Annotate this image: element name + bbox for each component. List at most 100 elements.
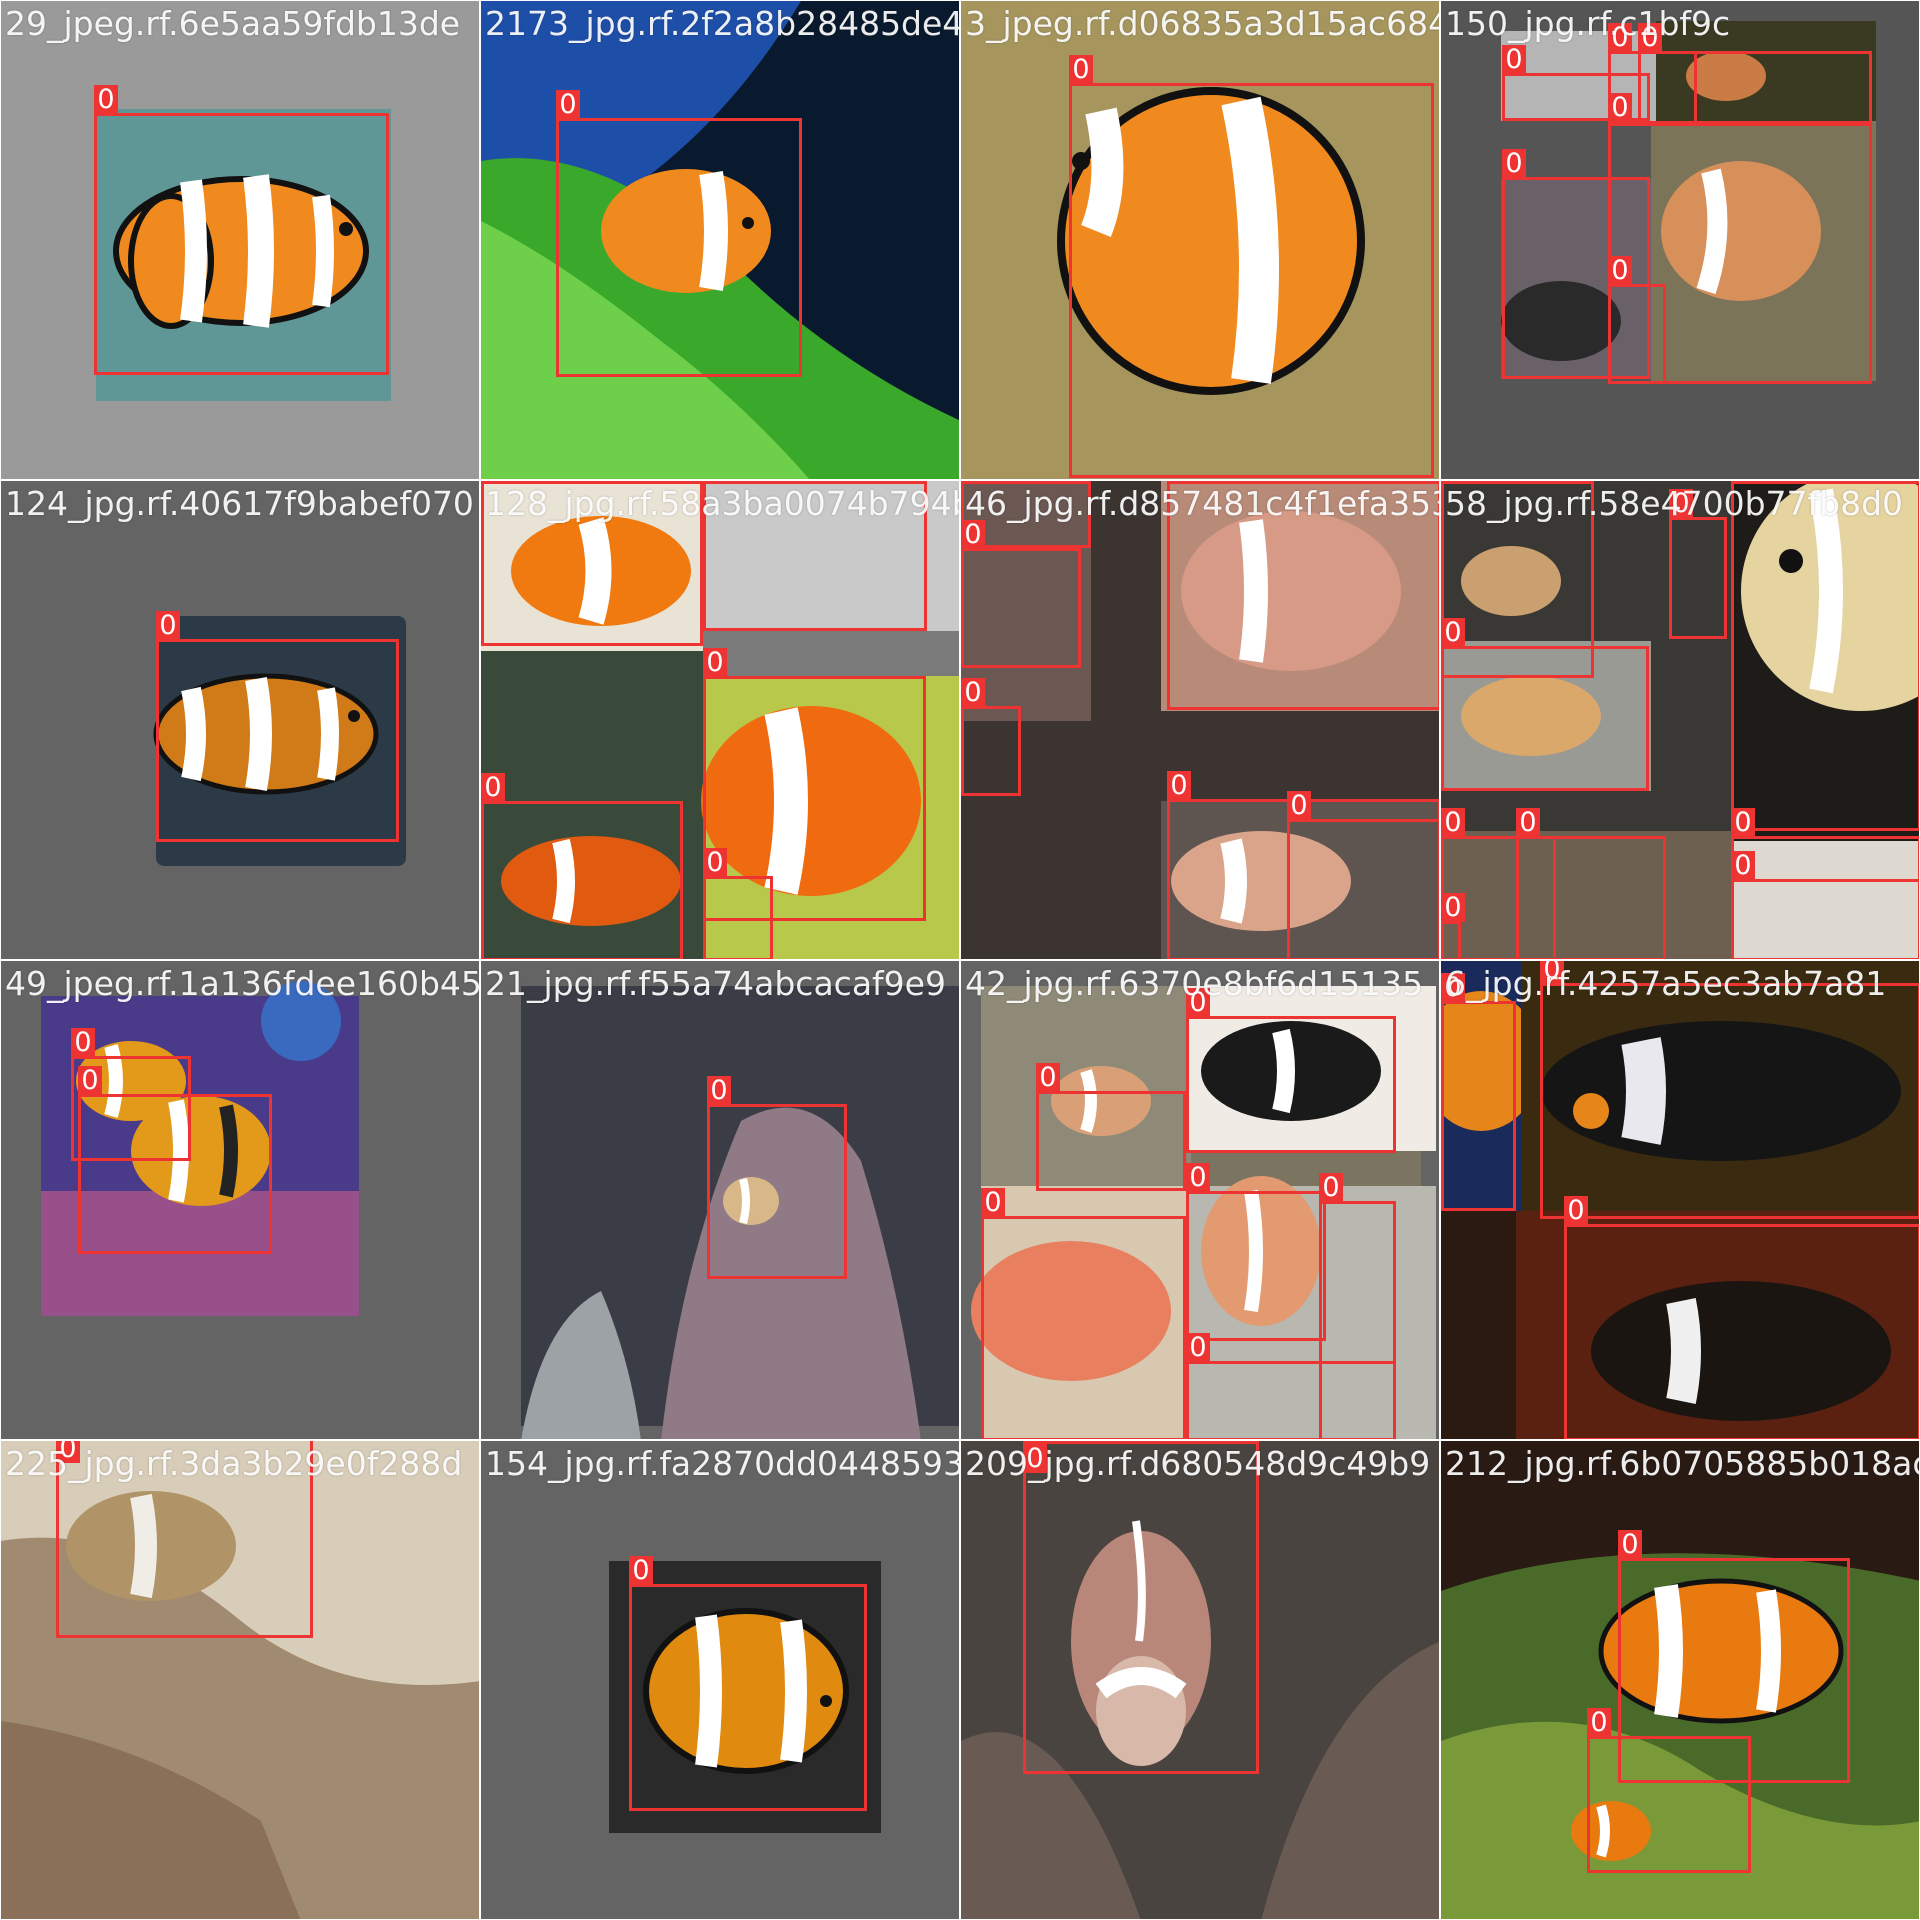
tile-image: 21_jpg.rf.f55a74abcacaf9e9 0 xyxy=(480,960,960,1440)
tile-filename: 49_jpeg.rf.1a136fdee160b45 xyxy=(5,964,480,1003)
bbox-class-label: 0 xyxy=(703,648,727,677)
bounding-box: 0 xyxy=(961,678,1021,796)
bounding-box: 0 xyxy=(1441,618,1649,791)
bbox-class-label: 0 xyxy=(1441,481,1465,482)
tile-image: 225_jpg.rf.3da3b29e0f288d 0 xyxy=(0,1440,480,1920)
bounding-box: 0 xyxy=(1441,973,1516,1211)
bbox-class-label: 0 xyxy=(1186,1333,1210,1362)
bbox-class-label: 0 xyxy=(1587,1708,1611,1737)
bounding-box: 0 xyxy=(1731,481,1919,831)
bounding-box: 0 xyxy=(1186,1333,1396,1439)
bounding-box: 0 xyxy=(1036,1063,1186,1191)
bounding-box: 0 xyxy=(481,773,683,959)
bbox-class-label: 0 xyxy=(1441,808,1465,837)
bbox-class-label: 0 xyxy=(1186,1163,1210,1192)
bbox-class-label: 0 xyxy=(78,1066,102,1095)
bbox-class-label: 0 xyxy=(629,1556,653,1585)
bbox-class-label: 0 xyxy=(1441,893,1465,922)
bbox-class-label: 0 xyxy=(1167,771,1191,800)
bounding-box: 0 xyxy=(94,85,389,375)
tile-image: 212_jpg.rf.6b0705885b018ac9 0 0 xyxy=(1440,1440,1920,1920)
bbox-class-label: 0 xyxy=(1319,1173,1343,1202)
tile-image: 49_jpeg.rf.1a136fdee160b45 0 0 xyxy=(0,960,480,1440)
bbox-class-label: 0 xyxy=(1608,93,1632,122)
bbox-class-label: 0 xyxy=(1564,1196,1588,1225)
tile-image: 3_jpeg.rf.d06835a3d15ac684 0 xyxy=(960,0,1440,480)
tile-filename: 225_jpg.rf.3da3b29e0f288d xyxy=(5,1444,463,1483)
tile-image: 209_jpg.rf.d680548d9c49b9 0 xyxy=(960,1440,1440,1920)
tile-filename: 124_jpg.rf.40617f9babef070 xyxy=(5,484,474,523)
tile-filename: 6_jpg.rf.4257a5ec3ab7a81 xyxy=(1445,964,1887,1003)
tile-image: 58_jpg.rf.58e4700b77fb8d0 0 0 0 0 0 0 0 … xyxy=(1440,480,1920,960)
bounding-box: 0 xyxy=(1069,55,1434,478)
tile-filename: 42_jpg.rf.6370e8bf6d15135 xyxy=(965,964,1424,1003)
bbox-class-label: 0 xyxy=(961,678,985,707)
tile-image: 46_jpg.rf.d857481c4f1efa3530 0 0 0 0 0 0 xyxy=(960,480,1440,960)
tile-image: 29_jpeg.rf.6e5aa59fdb13de 0 xyxy=(0,0,480,480)
bounding-box: 0 xyxy=(1540,961,1919,1219)
bbox-class-label: 0 xyxy=(94,85,118,114)
tile-filename: 212_jpg.rf.6b0705885b018ac9 xyxy=(1445,1444,1920,1483)
bounding-box: 0 xyxy=(1564,1196,1919,1439)
tile-image: 128_jpg.rf.58a3ba0074b794b3 0 0 0 0 0 xyxy=(480,480,960,960)
bbox-class-label: 0 xyxy=(703,848,727,877)
bbox-class-label: 0 xyxy=(1036,1063,1060,1092)
tile-image: 150_jpg.rf.c1bf9c 0 0 0 0 0 0 xyxy=(1440,0,1920,480)
bbox-class-label: 0 xyxy=(1502,45,1526,74)
bbox-class-label: 0 xyxy=(1167,481,1191,482)
tile-filename: 29_jpeg.rf.6e5aa59fdb13de xyxy=(5,4,461,43)
bounding-box: 0 xyxy=(1608,256,1666,384)
bounding-box: 0 xyxy=(556,90,802,377)
mosaic-grid: 29_jpeg.rf.6e5aa59fdb13de 0 2173_jpg.rf.… xyxy=(0,0,1920,1920)
tile-filename: 128_jpg.rf.58a3ba0074b794b3 xyxy=(485,484,960,523)
bbox-class-label: 0 xyxy=(481,481,505,482)
bbox-class-label: 0 xyxy=(1069,55,1093,84)
tile-image: 154_jpg.rf.fa2870dd0448593 0 xyxy=(480,1440,960,1920)
bounding-box: 0 xyxy=(1638,23,1872,126)
bounding-box: 0 xyxy=(1516,808,1666,959)
bounding-box: 0 xyxy=(1587,1708,1751,1873)
bounding-box: 0 xyxy=(1669,489,1727,639)
bounding-box: 0 xyxy=(1023,1441,1259,1774)
bounding-box: 0 xyxy=(1186,988,1396,1153)
bbox-class-label: 0 xyxy=(1502,149,1526,178)
bbox-class-label: 0 xyxy=(1287,791,1311,820)
bbox-class-label: 0 xyxy=(1731,808,1755,837)
tile-filename: 2173_jpg.rf.2f2a8b28485de4db7a xyxy=(485,4,960,43)
bounding-box: 0 xyxy=(156,611,399,842)
tile-filename: 46_jpg.rf.d857481c4f1efa3530 xyxy=(965,484,1440,523)
bbox-class-label: 0 xyxy=(707,1076,731,1105)
bounding-box: 0 xyxy=(78,1066,272,1254)
tile-filename: 154_jpg.rf.fa2870dd0448593 xyxy=(485,1444,960,1483)
bbox-class-label: 0 xyxy=(961,520,985,549)
tile-filename: 3_jpeg.rf.d06835a3d15ac684 xyxy=(965,4,1440,43)
tile-image: 2173_jpg.rf.2f2a8b28485de4db7a 0 xyxy=(480,0,960,480)
bbox-class-label: 0 xyxy=(981,1188,1005,1217)
bounding-box: 0 xyxy=(961,520,1081,668)
bounding-box: 0 xyxy=(981,1188,1186,1439)
bbox-class-label: 0 xyxy=(556,90,580,119)
tile-filename: 150_jpg.rf.c1bf9c xyxy=(1445,4,1731,43)
tile-filename: 58_jpg.rf.58e4700b77fb8d0 xyxy=(1445,484,1904,523)
bbox-class-label: 0 xyxy=(703,481,727,482)
bounding-box: 0 xyxy=(1731,851,1919,959)
bbox-class-label: 0 xyxy=(71,1028,95,1057)
tile-filename: 209_jpg.rf.d680548d9c49b9 xyxy=(965,1444,1431,1483)
tile-filename: 21_jpg.rf.f55a74abcacaf9e9 xyxy=(485,964,946,1003)
bounding-box: 0 xyxy=(629,1556,867,1811)
bbox-class-label: 0 xyxy=(1618,1530,1642,1559)
bbox-class-label: 0 xyxy=(961,481,985,482)
bbox-class-label: 0 xyxy=(1441,618,1465,647)
bbox-class-label: 0 xyxy=(1516,808,1540,837)
bbox-class-label: 0 xyxy=(1731,851,1755,880)
tile-image: 124_jpg.rf.40617f9babef070 0 xyxy=(0,480,480,960)
bounding-box: 0 xyxy=(707,1076,847,1279)
tile-image: 6_jpg.rf.4257a5ec3ab7a81 0 0 0 xyxy=(1440,960,1920,1440)
bounding-box: 0 xyxy=(703,848,773,959)
bounding-box: 0 xyxy=(1186,1163,1326,1341)
bbox-class-label: 0 xyxy=(481,773,505,802)
bbox-class-label: 0 xyxy=(1731,481,1755,482)
bbox-class-label: 0 xyxy=(156,611,180,640)
bounding-box: 0 xyxy=(1287,791,1439,959)
bounding-box: 0 xyxy=(1441,893,1465,959)
